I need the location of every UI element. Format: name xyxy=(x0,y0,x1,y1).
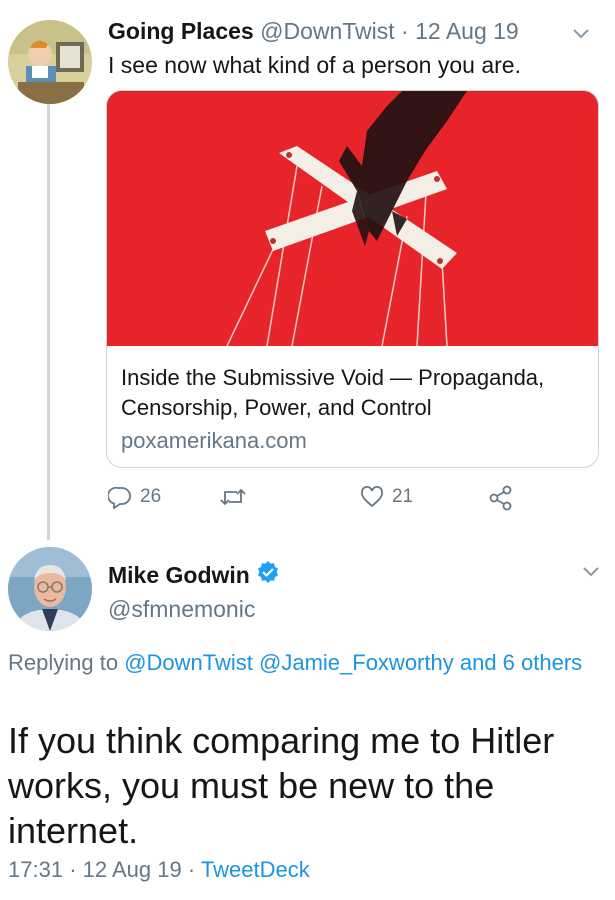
replying-others-link[interactable]: and 6 others xyxy=(460,650,582,675)
retweet-icon xyxy=(220,485,246,509)
reply-icon xyxy=(108,485,132,509)
share-icon xyxy=(488,485,514,511)
tweet-date[interactable]: 12 Aug 19 xyxy=(83,857,182,882)
avatar[interactable] xyxy=(8,20,92,104)
card-title: Inside the Submissive Void — Propaganda,… xyxy=(121,365,545,420)
separator: · xyxy=(401,18,409,44)
tweet-meta: 17:31 · 12 Aug 19 · TweetDeck xyxy=(8,857,310,883)
like-button[interactable]: 21 xyxy=(360,485,413,509)
replying-to-mentions[interactable]: @DownTwist @Jamie_Foxworthy xyxy=(124,650,454,675)
verified-icon xyxy=(256,560,280,590)
chevron-down-icon[interactable] xyxy=(571,24,591,44)
action-bar: 26 21 xyxy=(108,485,512,515)
heart-icon xyxy=(360,485,384,509)
tweet-time[interactable]: 17:31 xyxy=(8,857,63,882)
separator: · xyxy=(187,857,196,882)
avatar[interactable] xyxy=(8,547,92,631)
chevron-down-icon[interactable] xyxy=(581,562,601,582)
timestamp[interactable]: 12 Aug 19 xyxy=(415,18,519,44)
tweet-source[interactable]: TweetDeck xyxy=(201,857,310,882)
reply-button[interactable]: 26 xyxy=(108,485,161,509)
tweet-header: Going Places @DownTwist · 12 Aug 19 xyxy=(108,18,519,45)
handle[interactable]: @sfmnemonic xyxy=(108,596,255,623)
display-name[interactable]: Going Places xyxy=(108,18,254,44)
display-name-row: Mike Godwin xyxy=(108,560,280,590)
reply-count: 26 xyxy=(140,486,162,507)
replying-prefix: Replying to xyxy=(8,650,119,675)
tweet-text: I see now what kind of a person you are. xyxy=(108,52,521,78)
link-card[interactable]: Inside the Submissive Void — Propaganda,… xyxy=(106,90,599,468)
handle[interactable]: @DownTwist xyxy=(260,18,395,44)
display-name[interactable]: Mike Godwin xyxy=(108,562,250,589)
card-image xyxy=(107,91,598,347)
tweet-text: If you think comparing me to Hitler work… xyxy=(8,720,555,851)
thread-line xyxy=(47,104,50,540)
replying-to: Replying to @DownTwist @Jamie_Foxworthy … xyxy=(8,646,598,679)
card-domain: poxamerikana.com xyxy=(121,428,307,453)
share-button[interactable] xyxy=(488,485,514,511)
separator: · xyxy=(69,857,77,882)
retweet-button[interactable] xyxy=(220,485,254,509)
like-count: 21 xyxy=(392,486,414,507)
